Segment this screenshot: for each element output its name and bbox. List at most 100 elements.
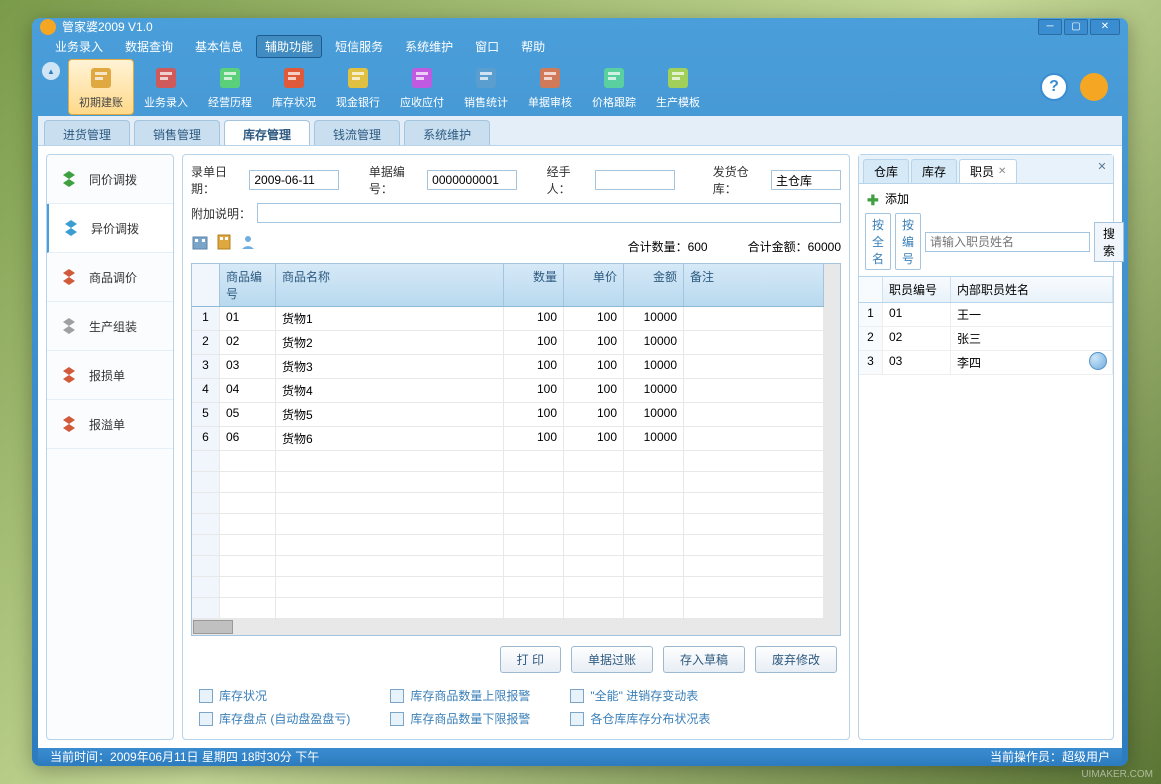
note-input[interactable] (257, 203, 841, 223)
action-存入草稿[interactable]: 存入草稿 (663, 646, 745, 673)
link-库存商品数量[interactable]: 库存商品数量上限报警 (390, 687, 530, 704)
search-input[interactable] (925, 232, 1090, 252)
menu-短信服务[interactable]: 短信服务 (326, 35, 392, 58)
report-icon (570, 712, 584, 726)
col-note[interactable]: 备注 (684, 264, 824, 306)
panel-close-icon[interactable]: ✕ (1095, 159, 1109, 173)
toggle-code[interactable]: 按编号 (895, 213, 921, 270)
sidebar-生产组装[interactable]: 生产组装 (47, 302, 173, 351)
tab-close-icon[interactable]: ✕ (998, 166, 1006, 177)
menu-窗口[interactable]: 窗口 (466, 35, 508, 58)
tab-系统维护[interactable]: 系统维护 (404, 120, 490, 145)
sidebar: 同价调拨异价调拨商品调价生产组装报损单报溢单 (46, 154, 174, 740)
titlebar[interactable]: 管家婆2009 V1.0 ─ ▢ ✕ (32, 18, 1128, 35)
table-row[interactable]: 303货物310010010000 (192, 355, 824, 379)
action-废弃修改[interactable]: 废弃修改 (755, 646, 837, 673)
table-row[interactable]: 404货物410010010000 (192, 379, 824, 403)
table-row[interactable]: 101货物110010010000 (192, 307, 824, 331)
menu-系统维护[interactable]: 系统维护 (396, 35, 462, 58)
sidebar-异价调拨[interactable]: 异价调拨 (47, 204, 173, 253)
menu-数据查询[interactable]: 数据查询 (116, 35, 182, 58)
rp-tab-库存[interactable]: 库存 (911, 159, 957, 183)
table-row-empty[interactable] (192, 577, 824, 598)
maximize-button[interactable]: ▢ (1064, 19, 1088, 35)
toolbar-经营历程[interactable]: 经营历程 (198, 60, 262, 114)
sidebar-报溢单[interactable]: 报溢单 (47, 400, 173, 449)
side-icon-5 (59, 414, 79, 434)
window-title: 管家婆2009 V1.0 (62, 18, 1038, 35)
sidebar-商品调价[interactable]: 商品调价 (47, 253, 173, 302)
total-amt-label: 合计金额： (748, 240, 808, 254)
link-库存商品数量[interactable]: 库存商品数量下限报警 (390, 710, 530, 727)
table-row-empty[interactable] (192, 535, 824, 556)
link-"全能" 进[interactable]: "全能" 进销存变动表 (570, 687, 710, 704)
action-打印[interactable]: 打 印 (500, 646, 561, 673)
toolbar-单据审核[interactable]: 单据审核 (518, 60, 582, 114)
staff-row[interactable]: 101王一 (859, 303, 1113, 327)
rp-tab-职员[interactable]: 职员 ✕ (959, 159, 1017, 183)
sidebar-报损单[interactable]: 报损单 (47, 351, 173, 400)
table-row-empty[interactable] (192, 472, 824, 493)
table-row[interactable]: 606货物610010010000 (192, 427, 824, 451)
table-row-empty[interactable] (192, 451, 824, 472)
tab-进货管理[interactable]: 进货管理 (44, 120, 130, 145)
tab-销售管理[interactable]: 销售管理 (134, 120, 220, 145)
menu-业务录入[interactable]: 业务录入 (46, 35, 112, 58)
rcol-name[interactable]: 内部职员姓名 (951, 277, 1113, 302)
toolbar-业务录入[interactable]: 业务录入 (134, 60, 198, 114)
toolbar-库存状况[interactable]: 库存状况 (262, 60, 326, 114)
bill-input[interactable] (427, 170, 517, 190)
tab-库存管理[interactable]: 库存管理 (224, 120, 310, 145)
toolbar-应收应付[interactable]: 应收应付 (390, 60, 454, 114)
action-单据过账[interactable]: 单据过账 (571, 646, 653, 673)
toggle-fullname[interactable]: 按全名 (865, 213, 891, 270)
col-amt[interactable]: 金额 (624, 264, 684, 306)
add-button[interactable]: ✚ 添加 (859, 184, 1113, 213)
total-qty-value: 600 (688, 240, 708, 254)
person-icon[interactable] (239, 233, 257, 251)
col-code[interactable]: 商品编号 (220, 264, 276, 306)
table-row-empty[interactable] (192, 556, 824, 577)
search-button[interactable]: 搜索 (1094, 222, 1124, 262)
grid-vscrollbar[interactable] (824, 264, 840, 619)
link-库存状况[interactable]: 库存状况 (199, 687, 350, 704)
date-input[interactable] (249, 170, 339, 190)
staff-row[interactable]: 202张三 (859, 327, 1113, 351)
table-row[interactable]: 202货物210010010000 (192, 331, 824, 355)
link-各仓库库存分[interactable]: 各仓库库存分布状况表 (570, 710, 710, 727)
col-price[interactable]: 单价 (564, 264, 624, 306)
right-panel: ✕ 仓库库存职员 ✕ ✚ 添加 按全名 按编号 搜索 职员编号 内部职员姓名 (858, 154, 1114, 740)
toolbar-价格跟踪[interactable]: 价格跟踪 (582, 60, 646, 114)
grid-hscrollbar[interactable] (192, 619, 840, 635)
staff-row[interactable]: 303李四 (859, 351, 1113, 375)
building2-icon[interactable] (215, 233, 233, 251)
table-row-empty[interactable] (192, 598, 824, 619)
statusbar: 当前时间： 2009年06月11日 星期四 18时30分 下午 当前操作员： 超… (38, 748, 1122, 765)
close-button[interactable]: ✕ (1090, 19, 1120, 35)
rcol-code[interactable]: 职员编号 (883, 277, 951, 302)
minimize-button[interactable]: ─ (1038, 19, 1062, 35)
table-row-empty[interactable] (192, 514, 824, 535)
help-icon[interactable]: ? (1040, 73, 1068, 101)
handler-input[interactable] (595, 170, 675, 190)
col-qty[interactable]: 数量 (504, 264, 564, 306)
building1-icon[interactable] (191, 233, 209, 251)
sidebar-同价调拨[interactable]: 同价调拨 (47, 155, 173, 204)
warehouse-input[interactable] (771, 170, 841, 190)
tab-钱流管理[interactable]: 钱流管理 (314, 120, 400, 145)
table-row-empty[interactable] (192, 493, 824, 514)
toolbar-销售统计[interactable]: 销售统计 (454, 60, 518, 114)
col-name[interactable]: 商品名称 (276, 264, 504, 306)
rp-tab-仓库[interactable]: 仓库 (863, 159, 909, 183)
menu-辅助功能[interactable]: 辅助功能 (256, 35, 322, 58)
collapse-toolbar-icon[interactable]: ▲ (42, 62, 60, 80)
toolbar-初期建账[interactable]: 初期建账 (68, 59, 134, 115)
menu-帮助[interactable]: 帮助 (512, 35, 554, 58)
toolbar-生产模板[interactable]: 生产模板 (646, 60, 710, 114)
globe-icon[interactable] (1080, 73, 1108, 101)
toolbar-现金银行[interactable]: 现金银行 (326, 60, 390, 114)
report-icon (390, 689, 404, 703)
link-库存盘点 ([interactable]: 库存盘点 (自动盘盈盘亏) (199, 710, 350, 727)
menu-基本信息[interactable]: 基本信息 (186, 35, 252, 58)
table-row[interactable]: 505货物510010010000 (192, 403, 824, 427)
